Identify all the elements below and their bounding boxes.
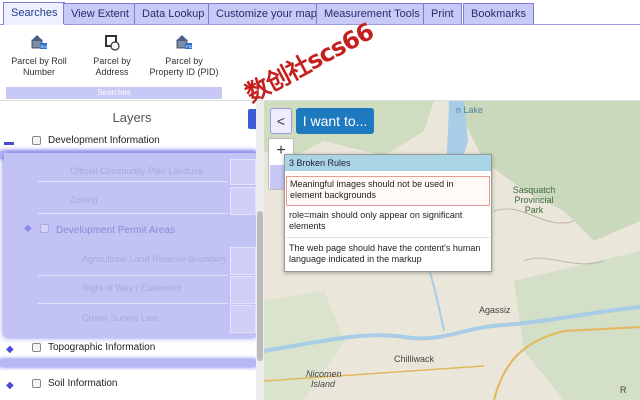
sublayer-crown-survey[interactable]: Crown Survey Line	[82, 313, 158, 323]
layer-topographic-information[interactable]: ◆ Topographic Information	[4, 340, 254, 358]
rule-item[interactable]: The web page should have the content's h…	[286, 241, 490, 271]
parcel-by-pid-button[interactable]: PID Parcel by Property ID (PID)	[148, 33, 220, 78]
sublayer-options-button[interactable]	[230, 305, 256, 333]
layer-development-information[interactable]: ▬ Development Information	[4, 133, 254, 151]
expand-diamond-icon[interactable]: ◆	[6, 380, 18, 391]
highlight-bar	[0, 359, 256, 367]
layer-label: Soil Information	[48, 378, 118, 389]
tab-view-extent[interactable]: View Extent	[63, 3, 137, 24]
sublayer-alr-boundary[interactable]: Agricultural Land Reserve Boundary	[82, 254, 227, 264]
tab-searches[interactable]: Searches	[3, 2, 66, 25]
scrollbar-thumb[interactable]	[257, 211, 263, 361]
ribbon-group-label: Searches	[6, 87, 222, 99]
broken-rules-popup: 3 Broken Rules Meaningful images should …	[284, 154, 492, 272]
map-label-sasquatch-park: Sasquatch Provincial Park	[512, 185, 556, 215]
sublayer-options-button[interactable]	[230, 276, 256, 304]
i-want-to-button[interactable]: I want to...	[296, 108, 374, 134]
tab-customize-map[interactable]: Customize your map	[208, 3, 325, 24]
layer-label: Topographic Information	[48, 342, 156, 353]
tab-data-lookup[interactable]: Data Lookup	[134, 3, 213, 24]
tab-measurement-tools[interactable]: Measurement Tools	[316, 3, 428, 24]
tab-bookmarks[interactable]: Bookmarks	[463, 3, 535, 24]
map-label-agassiz: Agassiz	[479, 305, 511, 315]
parcel-by-roll-button[interactable]: ROLL Parcel by Roll Number	[3, 33, 75, 78]
sublayer-checkbox[interactable]	[40, 224, 49, 233]
sublayer-zoning[interactable]: Zoning	[70, 195, 98, 205]
sublayer-options-button[interactable]	[230, 159, 256, 185]
collapse-icon[interactable]: ▬	[4, 137, 16, 148]
tab-bar: Searches View Extent Data Lookup Customi…	[0, 0, 640, 25]
parcel-by-address-button[interactable]: Parcel by Address	[76, 33, 148, 78]
divider	[38, 275, 228, 276]
map-label-nicomen-island: Nicomen Island	[306, 369, 342, 389]
sublayer-options-button[interactable]	[230, 187, 256, 215]
layers-scrollbar[interactable]	[256, 101, 264, 400]
layer-soil-information[interactable]: ◆ Soil Information	[4, 376, 254, 394]
layers-panel: Layers ▬ Development Information Officia…	[0, 101, 264, 400]
expand-diamond-icon[interactable]: ◆	[24, 223, 32, 234]
address-search-icon	[105, 35, 120, 51]
tab-print[interactable]: Print	[423, 3, 462, 24]
layer-checkbox[interactable]	[32, 343, 41, 352]
layer-checkbox[interactable]	[32, 136, 41, 145]
popup-header: 3 Broken Rules	[285, 155, 491, 171]
divider	[38, 213, 228, 214]
layers-title: Layers	[112, 110, 152, 125]
sublayer-options-button[interactable]	[230, 247, 256, 275]
house-search-icon: ROLL	[31, 35, 49, 49]
rule-item[interactable]: Meaningful images should not be used in …	[286, 176, 490, 206]
parcel-by-roll-label: Parcel by Roll Number	[11, 56, 67, 77]
svg-text:ROLL: ROLL	[41, 44, 49, 49]
sublayer-dev-permit-areas[interactable]: Development Permit Areas	[56, 225, 175, 236]
divider	[38, 181, 228, 182]
layer-label: Development Information	[48, 135, 160, 146]
parcel-by-address-label: Parcel by Address	[93, 56, 131, 77]
svg-text:PID: PID	[186, 44, 193, 49]
rule-item[interactable]: role=main should only appear on signific…	[286, 208, 490, 238]
parcel-by-pid-label: Parcel by Property ID (PID)	[149, 56, 219, 77]
house-pid-icon: PID	[176, 35, 193, 49]
development-sublayers: Official Community Plan Landuse Zoning ◆…	[4, 153, 256, 337]
divider	[38, 303, 228, 304]
expand-diamond-icon[interactable]: ◆	[6, 344, 18, 355]
layer-checkbox[interactable]	[32, 379, 41, 388]
sublayer-right-of-way[interactable]: Right of Way / Easement	[82, 283, 181, 293]
sublayer-ocp-landuse[interactable]: Official Community Plan Landuse	[70, 166, 203, 176]
map-label-lake: n Lake	[456, 105, 484, 115]
map-label-chilliwack: Chilliwack	[394, 354, 435, 364]
collapse-panel-button[interactable]: <	[270, 108, 292, 134]
map-attribution-corner: R	[620, 385, 627, 395]
